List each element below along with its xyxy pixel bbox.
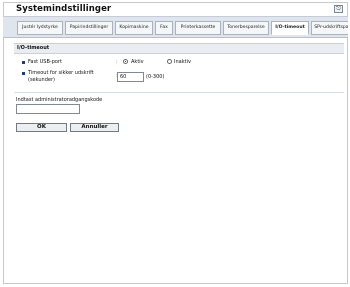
tab-io-timeout[interactable]: I/O-timeout	[271, 21, 309, 35]
page-title: Systemindstillinger	[16, 4, 112, 14]
timeout-label: Timeout for sikker udskrift	[28, 70, 94, 76]
tab-spr-print-params[interactable]: SPr-udskriftsparam	[311, 21, 348, 35]
cancel-button[interactable]: Annuller	[70, 123, 119, 132]
timeout-label-unit: (sekunder)	[28, 77, 55, 83]
admin-password-label: Indtast administratoradgangskode	[16, 97, 103, 103]
timeout-range: (0-300)	[146, 74, 165, 80]
divider	[14, 92, 344, 93]
tab-volume[interactable]: Justér lydstyrke	[17, 21, 63, 35]
tab-fax[interactable]: Fax	[155, 21, 173, 35]
fast-usb-colon: :	[116, 59, 118, 65]
section-header: I/O-timeout	[14, 43, 344, 54]
tab-copier[interactable]: Kopimaskine	[115, 21, 153, 35]
tab-printer-cartridge[interactable]: Printerkassette	[175, 21, 221, 35]
bullet-icon	[22, 72, 25, 75]
tab-toner-saving[interactable]: Tonerbesparelse	[223, 21, 269, 35]
exit-icon[interactable]: ⎋	[334, 5, 343, 13]
timeout-input[interactable]: 60	[117, 72, 144, 82]
admin-password-field[interactable]	[16, 104, 80, 114]
fast-usb-label: Fast USB-port	[28, 59, 62, 65]
radio-active[interactable]	[123, 59, 128, 64]
bullet-icon	[22, 61, 25, 64]
ok-button[interactable]: OK	[16, 123, 67, 132]
radio-active-label[interactable]: Aktiv	[131, 59, 144, 65]
tab-paper-settings[interactable]: Papirindstillinger	[65, 21, 113, 35]
tab-bar: Justér lydstyrke Papirindstillinger Kopi…	[3, 16, 348, 38]
radio-inactive[interactable]	[167, 59, 172, 64]
radio-inactive-label[interactable]: Inaktiv	[174, 59, 191, 65]
